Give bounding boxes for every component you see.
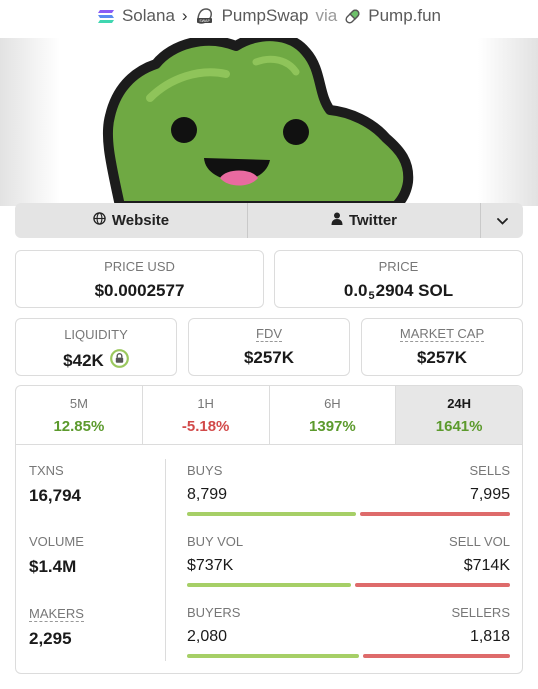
price-sol-prefix: 0.0 [343, 281, 368, 300]
buys-label: BUYS [187, 463, 223, 478]
mascot-image [102, 38, 414, 206]
liquidity-value-row: $42K [16, 349, 176, 373]
lock-icon[interactable] [109, 349, 129, 373]
stats-divider [165, 459, 166, 661]
sellers-bar [363, 654, 510, 658]
sell-vol-bar [355, 583, 510, 587]
market-cap-label: MARKET CAP [399, 326, 485, 342]
sells-value: 7,995 [469, 486, 510, 503]
txns-label: TXNS [29, 463, 64, 478]
breadcrumb: Solana › SWAP PumpSwap via Pump.fun [0, 0, 538, 32]
tab-6h[interactable]: 6H 1397% [270, 386, 397, 444]
price-usd-label: PRICE USD [104, 259, 175, 274]
makers-ratio-bar [187, 654, 510, 658]
buys-value: 8,799 [187, 486, 228, 503]
tab-5m[interactable]: 5M 12.85% [16, 386, 143, 444]
twitter-label: Twitter [348, 212, 398, 229]
market-cap-value: $257K [416, 348, 468, 367]
twitter-button[interactable]: Twitter [248, 203, 481, 238]
website-button[interactable]: Website [15, 203, 248, 238]
price-sol-zero-count: 5 [368, 290, 375, 302]
website-label: Website [111, 212, 170, 229]
buys-sells-ratio-bar [187, 512, 510, 516]
price-sol-value: 0.0 5 2904 SOL [275, 281, 522, 302]
fdv-card[interactable]: FDV $257K [188, 318, 350, 376]
price-sol-card: PRICE 0.0 5 2904 SOL [274, 250, 523, 308]
makers-label: MAKERS [29, 606, 84, 622]
price-sol-label: PRICE [378, 259, 419, 274]
tab-1h[interactable]: 1H -5.18% [143, 386, 270, 444]
volume-split-block: BUY VOL SELL VOL $737K $714K [187, 534, 510, 587]
buy-vol-label: BUY VOL [187, 534, 244, 549]
solana-icon [97, 9, 115, 24]
makers-value: 2,295 [29, 629, 72, 648]
buyers-label: BUYERS [187, 605, 241, 620]
user-icon [331, 212, 343, 229]
volume-ratio-bar [187, 583, 510, 587]
svg-text:SWAP: SWAP [199, 19, 210, 23]
buys-sells-block: BUYS SELLS 8,799 7,995 [187, 463, 510, 516]
makers-block[interactable]: MAKERS 2,295 [29, 605, 84, 649]
fdv-label: FDV [256, 326, 282, 342]
tab-24h-change: 1641% [435, 418, 483, 435]
txns-block: TXNS 16,794 [29, 463, 81, 506]
tab-24h[interactable]: 24H 1641% [396, 386, 522, 444]
sell-vol-label: SELL VOL [449, 534, 510, 549]
buy-vol-bar [187, 583, 352, 587]
tab-5m-change: 12.85% [53, 418, 105, 435]
tab-6h-change: 1397% [309, 418, 356, 435]
buys-bar [187, 512, 357, 516]
volume-block: VOLUME $1.4M [29, 534, 84, 577]
price-sol-suffix: 2904 SOL [375, 281, 454, 300]
liquidity-value: $42K [63, 351, 104, 370]
more-links-button[interactable] [481, 203, 523, 238]
market-cap-card[interactable]: MARKET CAP $257K [361, 318, 523, 376]
chevron-right-icon: › [181, 6, 188, 25]
tab-1h-change: -5.18% [181, 418, 230, 435]
liquidity-card: LIQUIDITY $42K [15, 318, 177, 376]
via-text: via [315, 6, 338, 25]
fdv-value: $257K [243, 348, 295, 367]
timeframe-tabs: 5M 12.85% 1H -5.18% 6H 1397% 24H 1641% [15, 385, 523, 444]
tab-1h-label: 1H [197, 396, 214, 411]
txns-value: 16,794 [29, 486, 81, 505]
tab-5m-label: 5M [69, 396, 88, 411]
chevron-down-icon [496, 212, 508, 229]
price-usd-value: $0.0002577 [94, 281, 185, 300]
sell-vol-value: $714K [463, 557, 510, 574]
volume-label: VOLUME [29, 534, 84, 549]
buyers-sellers-block: BUYERS SELLERS 2,080 1,818 [187, 605, 510, 658]
token-banner [0, 38, 538, 206]
sells-bar [360, 512, 510, 516]
pumpswap-icon: SWAP [195, 6, 215, 26]
sells-label: SELLS [469, 463, 510, 478]
price-usd-card: PRICE USD $0.0002577 [15, 250, 264, 308]
liquidity-label: LIQUIDITY [64, 327, 128, 342]
volume-value: $1.4M [29, 557, 77, 576]
social-links-bar: Website Twitter [15, 203, 523, 238]
trade-stats-panel: TXNS 16,794 VOLUME $1.4M MAKERS 2,295 BU… [15, 444, 523, 674]
buyers-value: 2,080 [187, 628, 228, 645]
launchpad-link[interactable]: Pump.fun [368, 6, 441, 26]
sellers-label: SELLERS [451, 605, 510, 620]
buy-vol-value: $737K [187, 557, 234, 574]
buyers-bar [187, 654, 360, 658]
chain-link[interactable]: Solana [122, 6, 175, 26]
pill-icon [344, 8, 361, 25]
sellers-value: 1,818 [469, 628, 510, 645]
tab-24h-label: 24H [447, 396, 472, 411]
dex-link[interactable]: PumpSwap [222, 6, 309, 26]
globe-icon [93, 212, 106, 229]
tab-6h-label: 6H [324, 396, 341, 411]
